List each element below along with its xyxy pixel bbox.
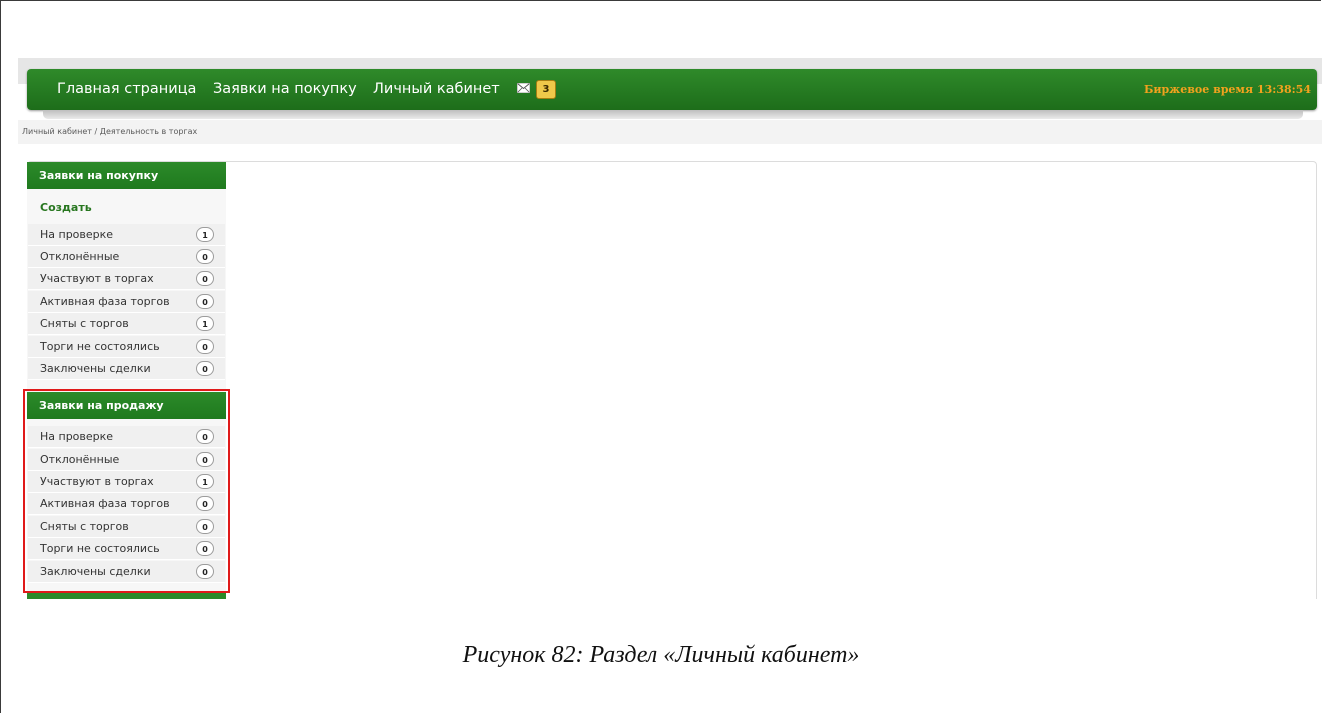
menu-item-label: Торги не состоялись: [40, 340, 160, 353]
menu-item-label: Участвуют в торгах: [40, 272, 154, 285]
menu-item-label: На проверке: [40, 430, 114, 443]
menu-item-label: Активная фаза торгов: [40, 497, 170, 510]
breadcrumb: Личный кабинет / Деятельность в торгах: [22, 127, 198, 136]
navbar-shadow: [43, 110, 1303, 119]
purchase-item-in-trading[interactable]: Участвуют в торгах 0: [28, 268, 225, 290]
count-badge: 0: [196, 564, 214, 579]
sidebar-header-sale[interactable]: Заявки на продажу: [27, 392, 226, 419]
count-badge: 1: [196, 474, 214, 489]
purchase-item-on-review[interactable]: На проверке 1: [28, 224, 225, 246]
nav-home[interactable]: Главная страница: [57, 69, 196, 110]
purchase-item-deals[interactable]: Заключены сделки 0: [28, 358, 225, 380]
count-badge: 0: [196, 496, 214, 511]
sale-item-in-trading[interactable]: Участвуют в торгах 1: [28, 471, 225, 493]
sale-item-deals[interactable]: Заключены сделки 0: [28, 561, 225, 583]
menu-item-label: Активная фаза торгов: [40, 295, 170, 308]
sale-item-withdrawn[interactable]: Сняты с торгов 0: [28, 516, 225, 538]
purchase-item-failed[interactable]: Торги не состоялись 0: [28, 336, 225, 358]
nav-purchase-requests[interactable]: Заявки на покупку: [213, 69, 357, 110]
figure-caption: Рисунок 82: Раздел «Личный кабинет»: [462, 642, 860, 668]
count-badge: 1: [196, 316, 214, 331]
sale-item-rejected[interactable]: Отклонённые 0: [28, 449, 225, 471]
count-badge: 0: [196, 294, 214, 309]
purchase-item-withdrawn[interactable]: Сняты с торгов 1: [28, 313, 225, 335]
count-badge: 0: [196, 519, 214, 534]
exchange-time: Биржевое время 13:38:54: [1143, 83, 1311, 96]
menu-item-label: Заключены сделки: [40, 565, 151, 578]
count-badge: 1: [196, 227, 214, 242]
breadcrumb-bar: Личный кабинет / Деятельность в торгах: [18, 120, 1322, 144]
envelope-icon: [517, 83, 530, 93]
sidebar-header-purchase[interactable]: Заявки на покупку: [27, 162, 226, 189]
count-badge: 0: [196, 541, 214, 556]
count-badge: 0: [196, 339, 214, 354]
menu-item-label: На проверке: [40, 228, 114, 241]
count-badge: 0: [196, 361, 214, 376]
menu-item-label: Отклонённые: [40, 250, 120, 263]
menu-item-label: Сняты с торгов: [40, 317, 129, 330]
sale-item-on-review[interactable]: На проверке 0: [28, 426, 225, 448]
purchase-item-rejected[interactable]: Отклонённые 0: [28, 246, 225, 268]
menu-item-label: Отклонённые: [40, 453, 120, 466]
count-badge: 0: [196, 452, 214, 467]
sale-item-failed[interactable]: Торги не состоялись 0: [28, 538, 225, 560]
mail-count-badge: 3: [536, 80, 556, 99]
menu-item-label: Торги не состоялись: [40, 542, 160, 555]
menu-item-label: Участвуют в торгах: [40, 475, 154, 488]
sale-item-active-phase[interactable]: Активная фаза торгов 0: [28, 493, 225, 515]
create-request-link[interactable]: Создать: [40, 201, 92, 214]
sidebar-footer: [27, 593, 226, 599]
menu-item-label: Сняты с торгов: [40, 520, 129, 533]
count-badge: 0: [196, 271, 214, 286]
menu-item-label: Заключены сделки: [40, 362, 151, 375]
main-navbar: Главная страница Заявки на покупку Личны…: [27, 69, 1317, 110]
purchase-item-active-phase[interactable]: Активная фаза торгов 0: [28, 291, 225, 313]
nav-personal-account[interactable]: Личный кабинет: [373, 69, 500, 110]
count-badge: 0: [196, 429, 214, 444]
count-badge: 0: [196, 249, 214, 264]
